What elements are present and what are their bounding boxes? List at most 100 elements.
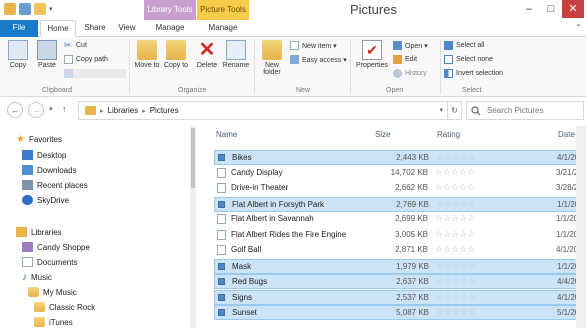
properties-icon[interactable] [19, 3, 31, 15]
nav-scrollbar[interactable] [190, 126, 196, 328]
nav-my-music[interactable]: My Music [28, 287, 77, 297]
rating-stars[interactable]: ☆☆☆☆☆ [436, 199, 476, 210]
nav-candy-shoppe[interactable]: Candy Shoppe [22, 242, 90, 252]
window-title: Pictures [350, 2, 397, 17]
paste-shortcut-button[interactable] [64, 69, 126, 78]
chevron-down-icon: ▾ [49, 106, 53, 113]
nav-documents[interactable]: Documents [22, 257, 77, 267]
table-row[interactable]: Flat Albert Rides the Fire Engine 3,005 K… [214, 228, 586, 243]
tab-manage-picture[interactable]: Manage [199, 20, 247, 37]
table-row[interactable]: Flat Albert in Savannah 2,699 KB ☆☆☆☆☆ 1/1/… [214, 212, 586, 227]
tab-manage-library[interactable]: Manage [146, 20, 194, 37]
address-bar[interactable]: ▸ Libraries ▸ Pictures ▾ [78, 101, 448, 120]
search-input[interactable] [467, 102, 583, 119]
move-to-button[interactable]: Move to [133, 40, 161, 69]
table-row[interactable]: Signs 2,537 KB ☆☆☆☆☆ 4/1/20 [214, 289, 586, 305]
image-file-icon [217, 183, 226, 193]
column-header-date[interactable]: Date [558, 126, 575, 144]
copy-path-button[interactable]: Copy path [64, 55, 108, 64]
delete-button[interactable]: ✕ Delete [193, 40, 221, 69]
row-checkbox[interactable] [218, 293, 225, 301]
maximize-button[interactable]: □ [540, 0, 562, 18]
file-name: Bikes [232, 153, 252, 162]
tab-home[interactable]: Home [40, 20, 76, 37]
table-row[interactable]: Sunset 5,087 KB ☆☆☆☆☆ 5/1/20 [214, 305, 586, 320]
table-row[interactable]: Mask 1,979 KB ☆☆☆☆☆ 1/1/20 [214, 258, 586, 274]
row-checkbox[interactable] [218, 309, 225, 316]
tab-share[interactable]: Share [80, 20, 110, 37]
edit-button[interactable]: Edit [393, 55, 417, 64]
invert-selection-button[interactable]: Invert selection [444, 69, 503, 78]
folder-icon [28, 287, 39, 297]
scissors-icon: ✂ [64, 40, 72, 50]
new-folder-icon[interactable] [34, 3, 46, 15]
nav-skydrive[interactable]: SkyDrive [22, 195, 69, 205]
rating-stars[interactable]: ☆☆☆☆☆ [436, 276, 476, 287]
rating-stars[interactable]: ☆☆☆☆☆ [435, 244, 475, 255]
history-button[interactable]: History [393, 69, 427, 78]
column-header-rating[interactable]: Rating [437, 126, 460, 144]
table-row[interactable]: Red Bugs 2,637 KB ☆☆☆☆☆ 4/4/20 [214, 274, 586, 289]
table-row[interactable]: Golf Ball 2,871 KB ☆☆☆☆☆ 4/1/20 [214, 243, 586, 258]
nav-itunes[interactable]: iTunes [34, 317, 73, 327]
tab-view[interactable]: View [112, 20, 142, 37]
row-checkbox[interactable] [218, 278, 225, 285]
table-row[interactable]: Drive-in Theater 2,662 KB ☆☆☆☆☆ 3/28/2 [214, 181, 586, 196]
forward-button[interactable]: → [28, 102, 44, 118]
row-checkbox[interactable] [218, 154, 225, 161]
paste-button[interactable]: Paste [33, 40, 61, 69]
select-none-button[interactable]: Select none [444, 55, 493, 64]
minimize-button[interactable]: – [518, 0, 540, 18]
properties-button[interactable]: ✔ Properties [355, 40, 389, 69]
breadcrumb-pictures[interactable]: Pictures [150, 106, 179, 115]
nav-scrollbar-thumb[interactable] [191, 128, 195, 188]
ribbon: Copy Paste ✂ Cut Copy path Clipboard Mov… [0, 37, 586, 97]
close-button[interactable]: ✕ [562, 0, 584, 18]
cut-button[interactable]: ✂ Cut [64, 41, 87, 50]
address-row: ← → ▾ ↑ ▸ Libraries ▸ Pictures ▾ ↻ [0, 99, 586, 123]
copy-to-button[interactable]: Copy to [162, 40, 190, 69]
rating-stars[interactable]: ☆☆☆☆☆ [436, 261, 476, 272]
nav-favorites[interactable]: ★ Favorites [16, 134, 62, 145]
rating-stars[interactable]: ☆☆☆☆☆ [435, 229, 475, 240]
column-header-size[interactable]: Size [375, 126, 391, 144]
breadcrumb-libraries[interactable]: Libraries [108, 106, 139, 115]
table-row[interactable]: Bikes 2,443 KB ☆☆☆☆☆ 4/1/20 [214, 150, 586, 165]
rating-stars[interactable]: ☆☆☆☆☆ [436, 307, 476, 318]
copy-button[interactable]: Copy [4, 40, 32, 69]
refresh-button[interactable]: ↻ [448, 101, 462, 120]
nav-music[interactable]: ♪ Music [22, 272, 52, 283]
table-row[interactable]: Flat Albert in Forsyth Park 2,769 KB ☆☆☆☆☆… [214, 196, 586, 212]
nav-desktop[interactable]: Desktop [22, 150, 66, 160]
address-dropdown-icon[interactable]: ▾ [439, 106, 443, 114]
recent-locations-dropdown[interactable]: ▾ [49, 105, 53, 113]
nav-libraries[interactable]: Libraries [16, 227, 62, 237]
ribbon-collapse-icon[interactable]: ⌃ [575, 23, 582, 32]
open-button[interactable]: Open ▾ [393, 41, 428, 50]
row-checkbox[interactable] [218, 200, 225, 208]
easy-access-button[interactable]: Easy access ▾ [290, 55, 347, 64]
up-button[interactable]: ↑ [62, 104, 67, 114]
column-header-name[interactable]: Name [216, 126, 237, 144]
new-item-button[interactable]: New item ▾ [290, 41, 337, 50]
qa-dropdown-icon[interactable]: ▾ [49, 5, 53, 13]
nav-classic-rock[interactable]: Classic Rock [34, 302, 95, 312]
select-all-button[interactable]: Select all [444, 41, 484, 50]
row-checkbox[interactable] [218, 262, 225, 270]
rename-button[interactable]: Rename [222, 40, 250, 69]
nav-downloads[interactable]: Downloads [22, 165, 77, 175]
rating-stars[interactable]: ☆☆☆☆☆ [436, 292, 476, 303]
folder-icon [4, 3, 16, 15]
new-folder-button[interactable]: New folder [258, 40, 286, 76]
search-box[interactable] [466, 101, 584, 120]
nav-recent-places[interactable]: Recent places [22, 180, 88, 190]
table-row[interactable]: Candy Display 14,702 KB ☆☆☆☆☆ 3/21/2 [214, 166, 586, 181]
list-scrollbar[interactable] [576, 126, 586, 328]
tab-file[interactable]: File [0, 20, 38, 37]
rating-stars[interactable]: ☆☆☆☆☆ [435, 182, 475, 193]
rating-stars[interactable]: ☆☆☆☆☆ [436, 152, 476, 163]
rating-stars[interactable]: ☆☆☆☆☆ [435, 167, 475, 178]
back-button[interactable]: ← [7, 102, 23, 118]
open-icon [393, 41, 402, 50]
rating-stars[interactable]: ☆☆☆☆☆ [435, 213, 475, 224]
